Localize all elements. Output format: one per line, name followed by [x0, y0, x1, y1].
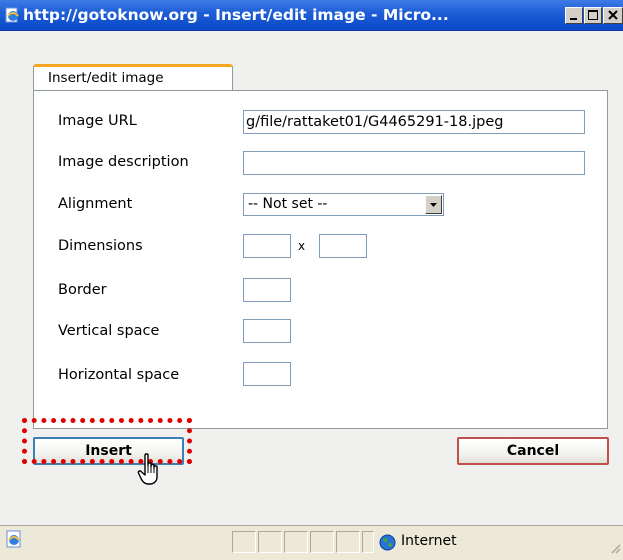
tab-insert-edit-image[interactable]: Insert/edit image	[33, 64, 233, 91]
width-input[interactable]	[243, 234, 291, 258]
maximize-icon[interactable]	[584, 7, 602, 24]
image-url-input[interactable]: g/file/rattaket01/G4465291-18.jpeg	[243, 110, 585, 134]
globe-icon	[379, 534, 396, 558]
title-bar[interactable]: http://gotoknow.org - Insert/edit image …	[0, 0, 623, 31]
status-bar: Internet	[0, 525, 623, 560]
image-url-label: Image URL	[58, 113, 137, 129]
vertical-space-input[interactable]	[243, 319, 291, 343]
dimensions-label: Dimensions	[58, 238, 143, 254]
alignment-label: Alignment	[58, 196, 133, 212]
horizontal-space-label: Horizontal space	[58, 367, 180, 383]
alignment-selected-value: -- Not set --	[248, 196, 328, 212]
border-label: Border	[58, 282, 107, 298]
window-title: http://gotoknow.org - Insert/edit image …	[23, 6, 449, 24]
minimize-icon[interactable]	[565, 7, 583, 24]
vertical-space-label: Vertical space	[58, 323, 160, 339]
status-pane	[258, 531, 282, 553]
cancel-button[interactable]: Cancel	[457, 437, 609, 465]
horizontal-space-input[interactable]	[243, 362, 291, 386]
status-pane	[232, 531, 256, 553]
dropdown-arrow-icon[interactable]	[425, 195, 442, 214]
status-pane	[336, 531, 360, 553]
height-input[interactable]	[319, 234, 367, 258]
status-pane	[362, 531, 374, 553]
border-input[interactable]	[243, 278, 291, 302]
page-status-icon	[5, 530, 23, 552]
annotation-highlight-box	[22, 418, 192, 464]
status-pane	[310, 531, 334, 553]
ie-page-icon	[4, 7, 20, 23]
hand-cursor-icon	[137, 453, 161, 491]
dimensions-separator: x	[298, 239, 306, 253]
alignment-select[interactable]: -- Not set --	[243, 193, 444, 216]
resize-grip-icon[interactable]	[609, 539, 621, 558]
close-icon[interactable]	[603, 7, 623, 24]
image-description-label: Image description	[58, 154, 189, 170]
image-description-input[interactable]	[243, 151, 585, 175]
zone-label: Internet	[401, 533, 457, 549]
status-pane	[284, 531, 308, 553]
